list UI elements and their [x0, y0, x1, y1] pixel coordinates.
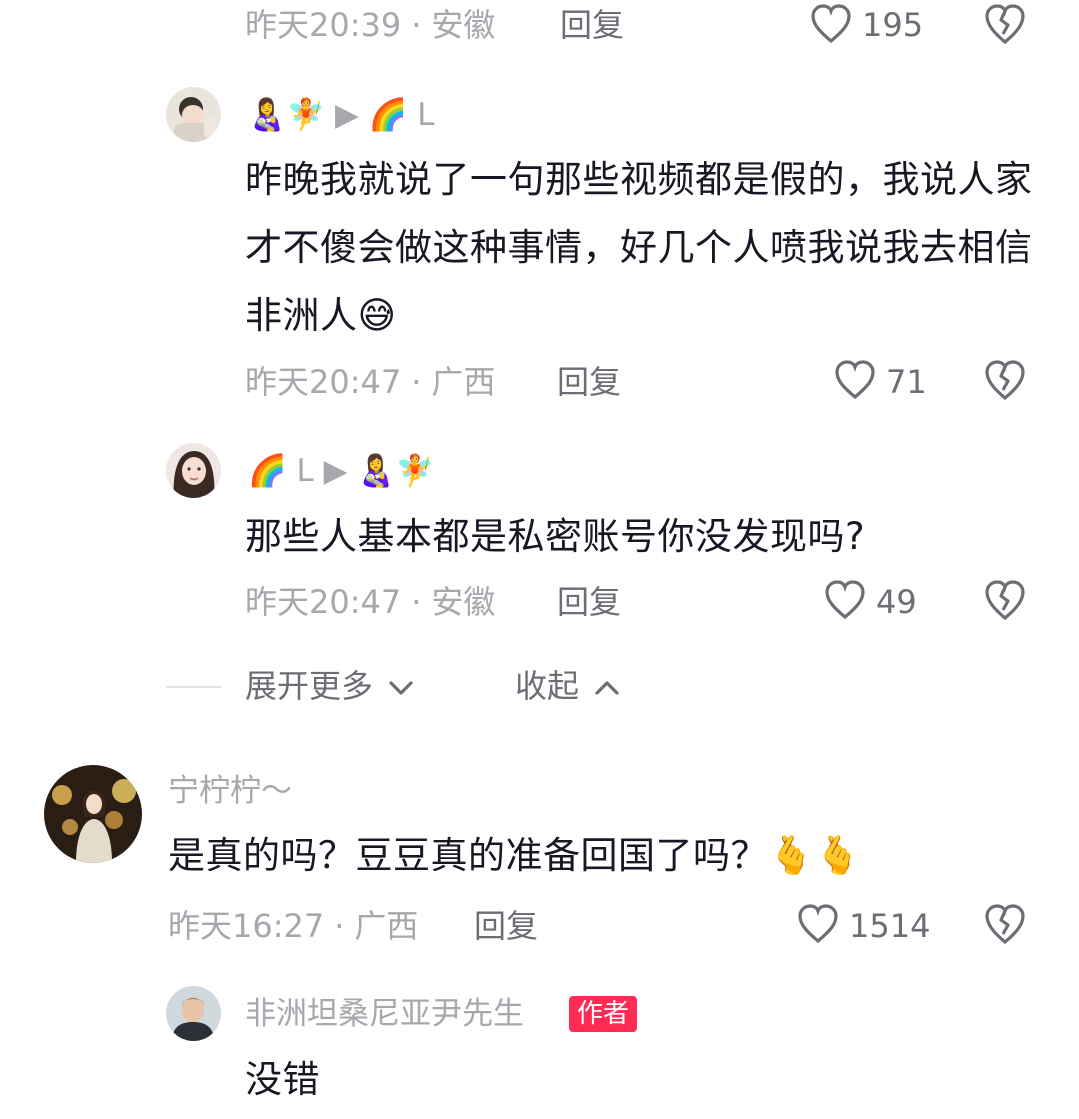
avatar[interactable] [44, 765, 142, 863]
reply-button[interactable]: 回复 [557, 360, 621, 404]
heart-icon [825, 580, 865, 620]
comment-meta: 昨天16:27 · 广西 [168, 907, 419, 945]
comment-location: 安徽 [431, 583, 496, 621]
dislike-icon [985, 4, 1025, 45]
dislike-button[interactable] [982, 2, 1028, 48]
like-count: 71 [886, 363, 927, 401]
reply-button[interactable]: 回复 [557, 580, 621, 624]
avatar[interactable] [166, 87, 221, 142]
avatar[interactable] [166, 443, 221, 498]
collapse-label: 收起 [515, 667, 580, 705]
comment-text: 是真的吗？豆豆真的准备回国了吗？🫰🫰 [168, 834, 862, 877]
comment-author[interactable]: 宁柠柠～ [168, 771, 292, 811]
comment-location: 广西 [354, 907, 419, 945]
like-button[interactable] [808, 2, 854, 48]
comment-location: 广西 [431, 363, 496, 401]
comment-meta: 昨天20:47 · 安徽 [245, 583, 496, 621]
avatar[interactable] [166, 986, 221, 1041]
dislike-button[interactable] [982, 578, 1028, 624]
dislike-icon [985, 580, 1025, 621]
heart-icon [835, 360, 875, 400]
dislike-button[interactable] [982, 358, 1028, 404]
comment-meta: 昨天20:47 · 广西 [245, 363, 496, 401]
heart-icon [798, 904, 838, 944]
comment-author[interactable]: 非洲坦桑尼亚尹先生 [245, 994, 524, 1034]
thread-divider [166, 686, 221, 688]
like-count: 195 [862, 6, 924, 44]
comment-location: 安徽 [431, 6, 496, 44]
comment-time: 昨天20:47 [245, 363, 402, 401]
comment-time: 昨天20:47 [245, 583, 402, 621]
dislike-icon [985, 904, 1025, 945]
chevron-up-icon [595, 681, 619, 695]
like-button[interactable] [822, 578, 868, 624]
comment-time: 昨天16:27 [168, 907, 325, 945]
dislike-button[interactable] [982, 902, 1028, 948]
like-button[interactable] [832, 358, 878, 404]
chevron-down-icon [389, 681, 413, 695]
reply-button[interactable]: 回复 [560, 3, 624, 47]
heart-icon [811, 4, 851, 44]
comment-author[interactable]: 🌈 L ▶ 👩‍🍼🧚 [248, 451, 434, 491]
comment-text: 昨晚我就说了一句那些视频都是假的，我说人家才不傻会做这种事情，好几个人喷我说我去… [245, 158, 1033, 337]
reply-button[interactable]: 回复 [474, 904, 538, 948]
collapse-button[interactable]: 收起 [515, 664, 621, 708]
like-count: 1514 [849, 907, 931, 945]
comment-text: 那些人基本都是私密账号你没发现吗? [245, 515, 866, 558]
comment-text: 没错 [245, 1058, 320, 1101]
like-count: 49 [876, 583, 917, 621]
like-button[interactable] [795, 902, 841, 948]
comment-meta: 昨天20:39 · 安徽 [245, 6, 496, 44]
expand-more-button[interactable]: 展开更多 [245, 664, 415, 708]
comment-author[interactable]: 👩‍🍼🧚 ▶ 🌈 L [248, 95, 434, 135]
dislike-icon [985, 360, 1025, 401]
expand-more-label: 展开更多 [245, 667, 374, 705]
author-badge: 作者 [569, 996, 638, 1032]
comment-time: 昨天20:39 [245, 6, 402, 44]
